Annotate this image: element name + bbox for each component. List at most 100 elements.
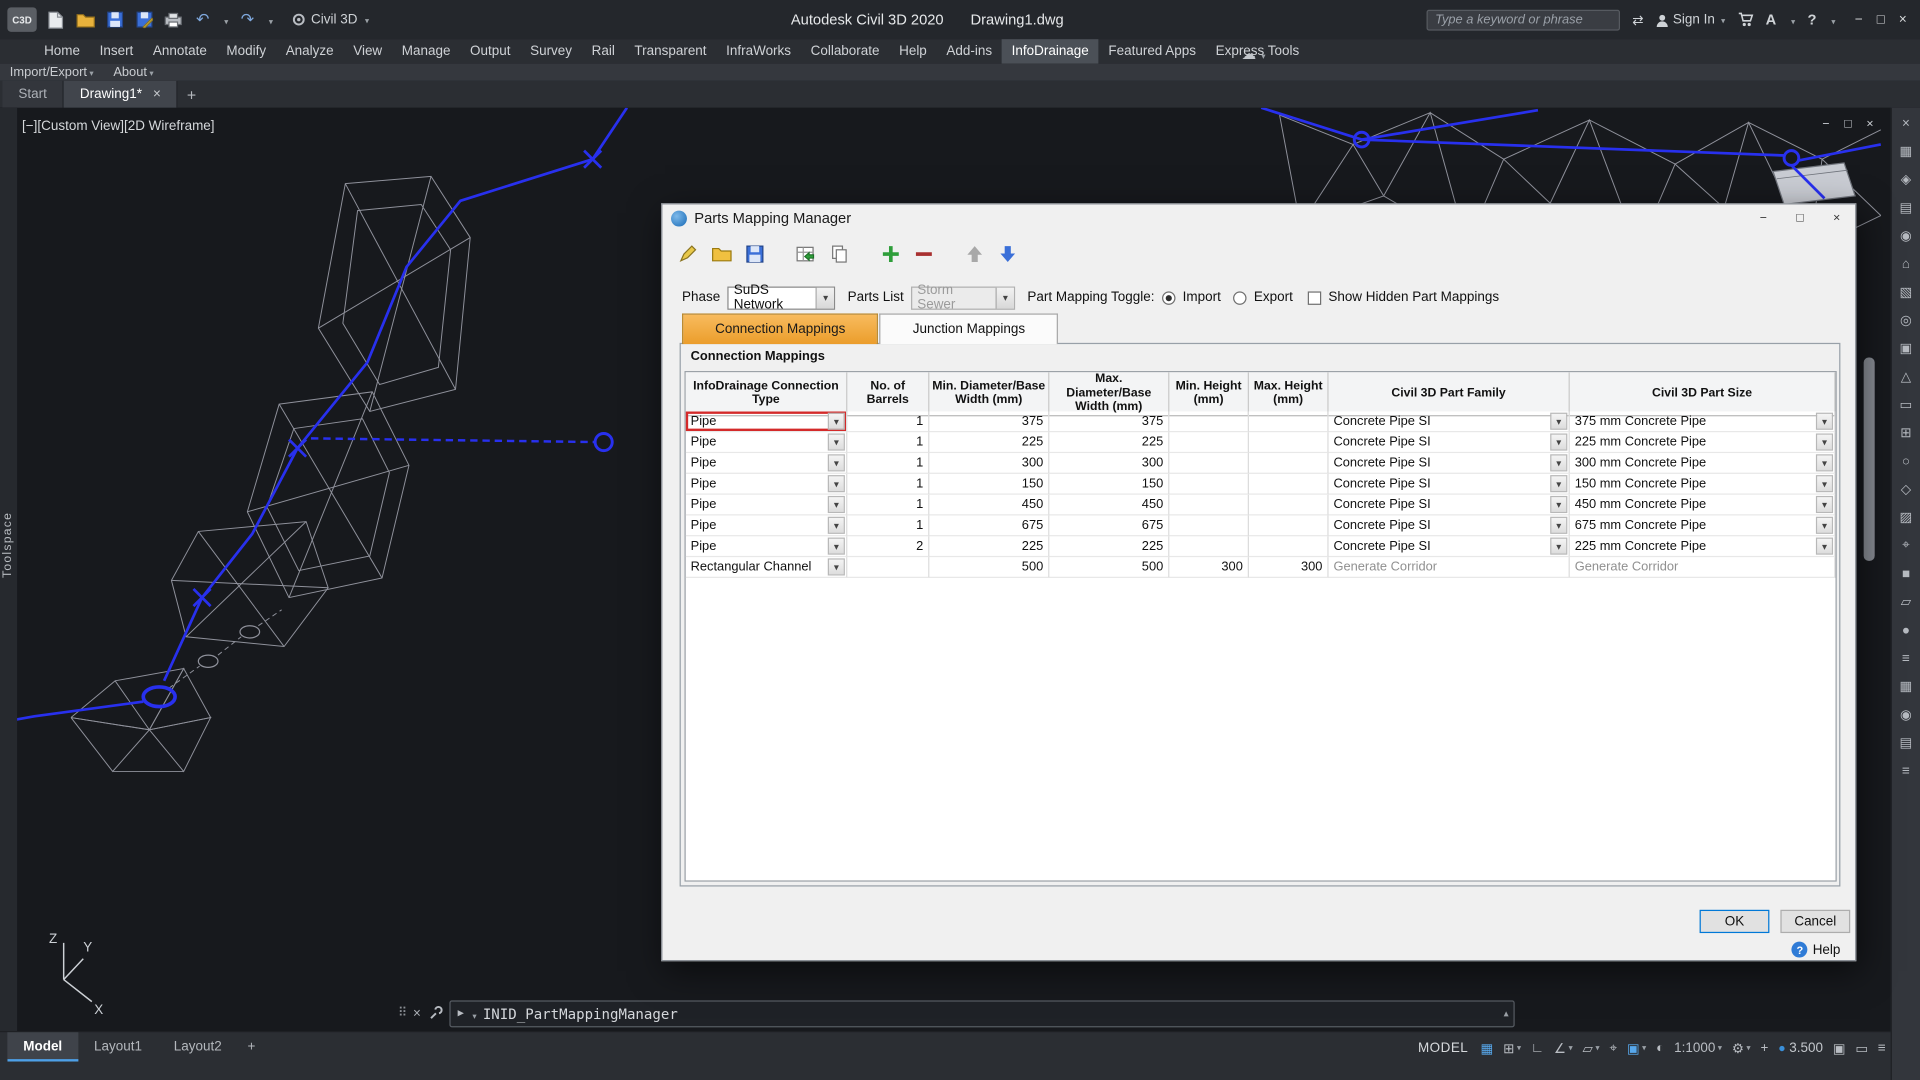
dialog-maximize-button[interactable]: □ xyxy=(1782,204,1819,231)
side-toolbar-icon[interactable]: ⊞ xyxy=(1895,422,1917,443)
open-mapping-icon[interactable] xyxy=(710,242,732,264)
combo-dropdown-icon[interactable] xyxy=(1550,433,1568,451)
workspace-switching-icon[interactable]: ⚙ xyxy=(1732,1040,1751,1056)
remove-row-icon[interactable] xyxy=(912,242,934,264)
max-diameter-cell[interactable]: 500 xyxy=(1049,557,1170,578)
min-diameter-cell[interactable]: 225 xyxy=(929,432,1050,454)
import-radio-label[interactable]: Import xyxy=(1183,290,1221,305)
command-expand-icon[interactable]: ▴ xyxy=(1504,1008,1509,1019)
combo-dropdown-icon[interactable] xyxy=(827,558,845,576)
help-menu-icon[interactable] xyxy=(1808,11,1817,28)
combo-dropdown-icon[interactable] xyxy=(827,495,845,514)
cancel-button[interactable]: Cancel xyxy=(1780,909,1851,934)
model-space-toggle[interactable]: MODEL xyxy=(1418,1041,1468,1056)
part-family-cell[interactable]: Generate Corridor xyxy=(1328,557,1570,578)
copy-mapping-icon[interactable] xyxy=(828,242,850,264)
part-size-cell[interactable]: 675 mm Concrete Pipe xyxy=(1569,515,1836,537)
help-caret-icon[interactable] xyxy=(1829,9,1836,31)
sign-in-button[interactable]: Sign In xyxy=(1656,12,1726,27)
part-family-cell[interactable]: Concrete Pipe SI xyxy=(1328,536,1570,558)
combo-dropdown-icon[interactable] xyxy=(1550,412,1568,430)
ribbon-panel-button[interactable]: Import/Export xyxy=(10,65,94,80)
max-diameter-cell[interactable]: 225 xyxy=(1049,432,1170,454)
tab-close-icon[interactable] xyxy=(153,87,161,102)
side-toolbar-icon[interactable]: ▦ xyxy=(1895,141,1917,162)
dialog-minimize-button[interactable]: − xyxy=(1745,204,1782,231)
app-caret-icon[interactable] xyxy=(1789,9,1796,31)
max-diameter-cell[interactable]: 375 xyxy=(1049,411,1170,433)
combo-dropdown-icon[interactable] xyxy=(1815,433,1834,451)
side-toolbar-icon[interactable]: ○ xyxy=(1895,451,1917,472)
side-toolbar-icon[interactable]: ⌂ xyxy=(1895,253,1917,274)
connect-cloud-icon[interactable] xyxy=(1242,43,1266,65)
barrels-cell[interactable]: 2 xyxy=(847,536,930,558)
ribbon-tab[interactable]: Modify xyxy=(217,39,276,63)
new-mapping-icon[interactable] xyxy=(677,242,699,264)
add-row-icon[interactable] xyxy=(879,242,901,264)
combo-dropdown-icon[interactable] xyxy=(1815,516,1834,534)
side-toolbar-icon[interactable]: ◈ xyxy=(1895,169,1917,190)
max-height-cell[interactable] xyxy=(1248,411,1329,433)
ribbon-tab[interactable]: Insert xyxy=(90,39,143,63)
polar-tracking-icon[interactable]: ∠ xyxy=(1554,1040,1573,1056)
command-input[interactable] xyxy=(482,1004,1507,1022)
dialog-title-bar[interactable]: Parts Mapping Manager − □ × xyxy=(662,204,1855,231)
side-toolbar-icon[interactable]: ◉ xyxy=(1895,704,1917,725)
combo-dropdown-icon[interactable] xyxy=(827,454,845,472)
import-mappings-icon[interactable] xyxy=(795,242,817,264)
object-snap-icon[interactable]: ▣ xyxy=(1627,1040,1646,1056)
part-size-cell[interactable]: 225 mm Concrete Pipe xyxy=(1569,432,1836,454)
max-diameter-cell[interactable]: 300 xyxy=(1049,453,1170,474)
side-toolbar-icon[interactable]: ▣ xyxy=(1895,338,1917,359)
redo-icon[interactable] xyxy=(237,9,258,30)
snap-mode-icon[interactable]: ⊞ xyxy=(1503,1040,1521,1056)
toolspace-palette-anchor[interactable]: Toolspace xyxy=(0,107,18,1032)
side-toolbar-icon[interactable]: ⌖ xyxy=(1895,535,1917,556)
side-toolbar-icon[interactable]: ▨ xyxy=(1895,507,1917,528)
combo-dropdown-icon[interactable] xyxy=(827,516,845,534)
max-diameter-cell[interactable]: 225 xyxy=(1049,536,1170,558)
part-size-cell[interactable]: 225 mm Concrete Pipe xyxy=(1569,536,1836,558)
combo-dropdown-icon[interactable] xyxy=(1550,475,1568,493)
side-toolbar-icon[interactable]: ▱ xyxy=(1895,591,1917,612)
part-family-cell[interactable]: Concrete Pipe SI xyxy=(1328,473,1570,495)
barrels-cell[interactable]: 1 xyxy=(847,494,930,516)
connection-type-cell[interactable]: Rectangular Channel xyxy=(685,557,848,578)
connection-type-cell[interactable]: Pipe xyxy=(685,411,848,433)
phase-select[interactable]: SuDS Network xyxy=(727,283,836,312)
undo-dropdown-icon[interactable] xyxy=(222,9,229,31)
new-file-icon[interactable] xyxy=(45,9,66,30)
import-radio[interactable] xyxy=(1161,290,1176,305)
ribbon-tab[interactable]: Survey xyxy=(520,39,582,63)
part-family-cell[interactable]: Concrete Pipe SI xyxy=(1328,494,1570,516)
search-exchange-icon[interactable]: ⇄ xyxy=(1632,12,1643,28)
drawing-tab[interactable]: Drawing1* xyxy=(63,80,179,108)
ribbon-tab[interactable]: Transparent xyxy=(625,39,717,63)
max-diameter-cell[interactable]: 675 xyxy=(1049,515,1170,537)
object-snap-tracking-icon[interactable]: ⌖ xyxy=(1609,1040,1617,1056)
barrels-cell[interactable]: 1 xyxy=(847,453,930,474)
max-height-cell[interactable] xyxy=(1248,536,1329,558)
barrels-cell[interactable]: 1 xyxy=(847,473,930,495)
connection-type-cell[interactable]: Pipe xyxy=(685,494,848,516)
side-toolbar-icon[interactable]: ≡ xyxy=(1895,760,1917,781)
ribbon-tab[interactable]: Output xyxy=(460,39,520,63)
customization-icon[interactable]: ≡ xyxy=(1878,1040,1886,1056)
viewport-close-button[interactable]: × xyxy=(1866,118,1873,131)
undo-icon[interactable] xyxy=(192,9,213,30)
combo-dropdown-icon[interactable] xyxy=(827,433,845,451)
dialog-tab[interactable]: Junction Mappings xyxy=(879,313,1059,345)
min-diameter-cell[interactable]: 450 xyxy=(929,494,1050,516)
part-size-cell[interactable]: 300 mm Concrete Pipe xyxy=(1569,453,1836,474)
ok-button[interactable]: OK xyxy=(1699,909,1770,934)
part-family-cell[interactable]: Concrete Pipe SI xyxy=(1328,432,1570,454)
min-diameter-cell[interactable]: 375 xyxy=(929,411,1050,433)
command-line-close-icon[interactable]: × xyxy=(413,1006,421,1021)
part-size-cell[interactable]: 150 mm Concrete Pipe xyxy=(1569,473,1836,495)
min-diameter-cell[interactable]: 500 xyxy=(929,557,1050,578)
ribbon-tab[interactable]: InfoDrainage xyxy=(1001,39,1099,64)
side-toolbar-icon[interactable]: ◉ xyxy=(1895,225,1917,246)
autodesk-app-icon[interactable] xyxy=(1766,11,1777,28)
ribbon-tab[interactable]: Home xyxy=(34,39,90,63)
part-family-cell[interactable]: Concrete Pipe SI xyxy=(1328,453,1570,474)
